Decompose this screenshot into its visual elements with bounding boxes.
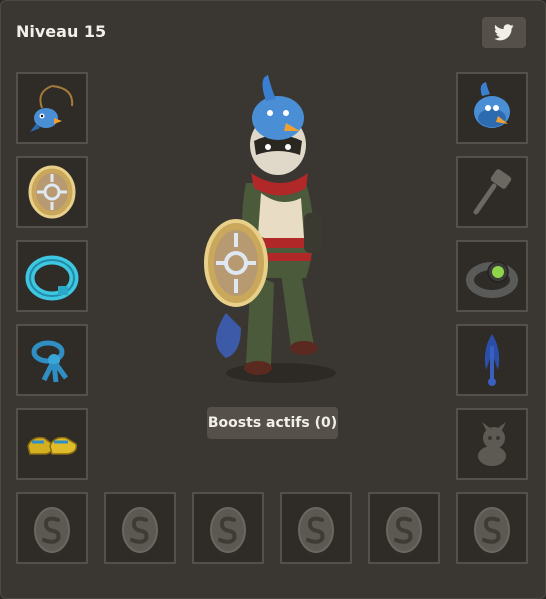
dofus-egg-icon [122, 507, 158, 553]
slot-ring-right[interactable] [456, 240, 528, 312]
slot-dofus-1[interactable] [16, 492, 88, 564]
slot-pet[interactable] [456, 408, 528, 480]
slot-ring-left[interactable] [16, 240, 88, 312]
twitter-share-button[interactable] [482, 17, 526, 48]
dofus-egg-icon [34, 507, 70, 553]
slot-shield[interactable] [16, 156, 88, 228]
dofus-egg-icon [298, 507, 334, 553]
slot-hat[interactable] [456, 72, 528, 144]
dofus-egg-icon [474, 507, 510, 553]
dofus-egg-icon [386, 507, 422, 553]
belt-icon [31, 340, 69, 383]
slot-weapon[interactable] [456, 156, 528, 228]
boots-icon [27, 436, 78, 455]
boosts-actifs-button[interactable]: Boosts actifs (0) [207, 407, 338, 439]
slot-dofus-4[interactable] [280, 492, 352, 564]
hammer-icon [473, 169, 512, 215]
character-equipment-panel: Niveau 15 Boosts actifs (0) [0, 0, 546, 599]
bird-amulet-icon [30, 85, 74, 132]
pet-icon [478, 422, 506, 466]
feather-cape-icon [484, 334, 500, 386]
dofus-egg-icon [210, 507, 246, 553]
cyan-ring-icon [25, 255, 79, 301]
slot-dofus-2[interactable] [104, 492, 176, 564]
slot-dofus-5[interactable] [368, 492, 440, 564]
level-title: Niveau 15 [16, 22, 107, 41]
slot-belt[interactable] [16, 324, 88, 396]
character-preview [204, 75, 336, 383]
shield-icon [28, 165, 76, 219]
bird-hat-icon [474, 82, 510, 128]
slot-boots[interactable] [16, 408, 88, 480]
slot-amulet[interactable] [16, 72, 88, 144]
twitter-icon [494, 24, 514, 41]
slot-cape[interactable] [456, 324, 528, 396]
dark-ring-icon [466, 261, 518, 298]
slot-dofus-3[interactable] [192, 492, 264, 564]
slot-dofus-6[interactable] [456, 492, 528, 564]
